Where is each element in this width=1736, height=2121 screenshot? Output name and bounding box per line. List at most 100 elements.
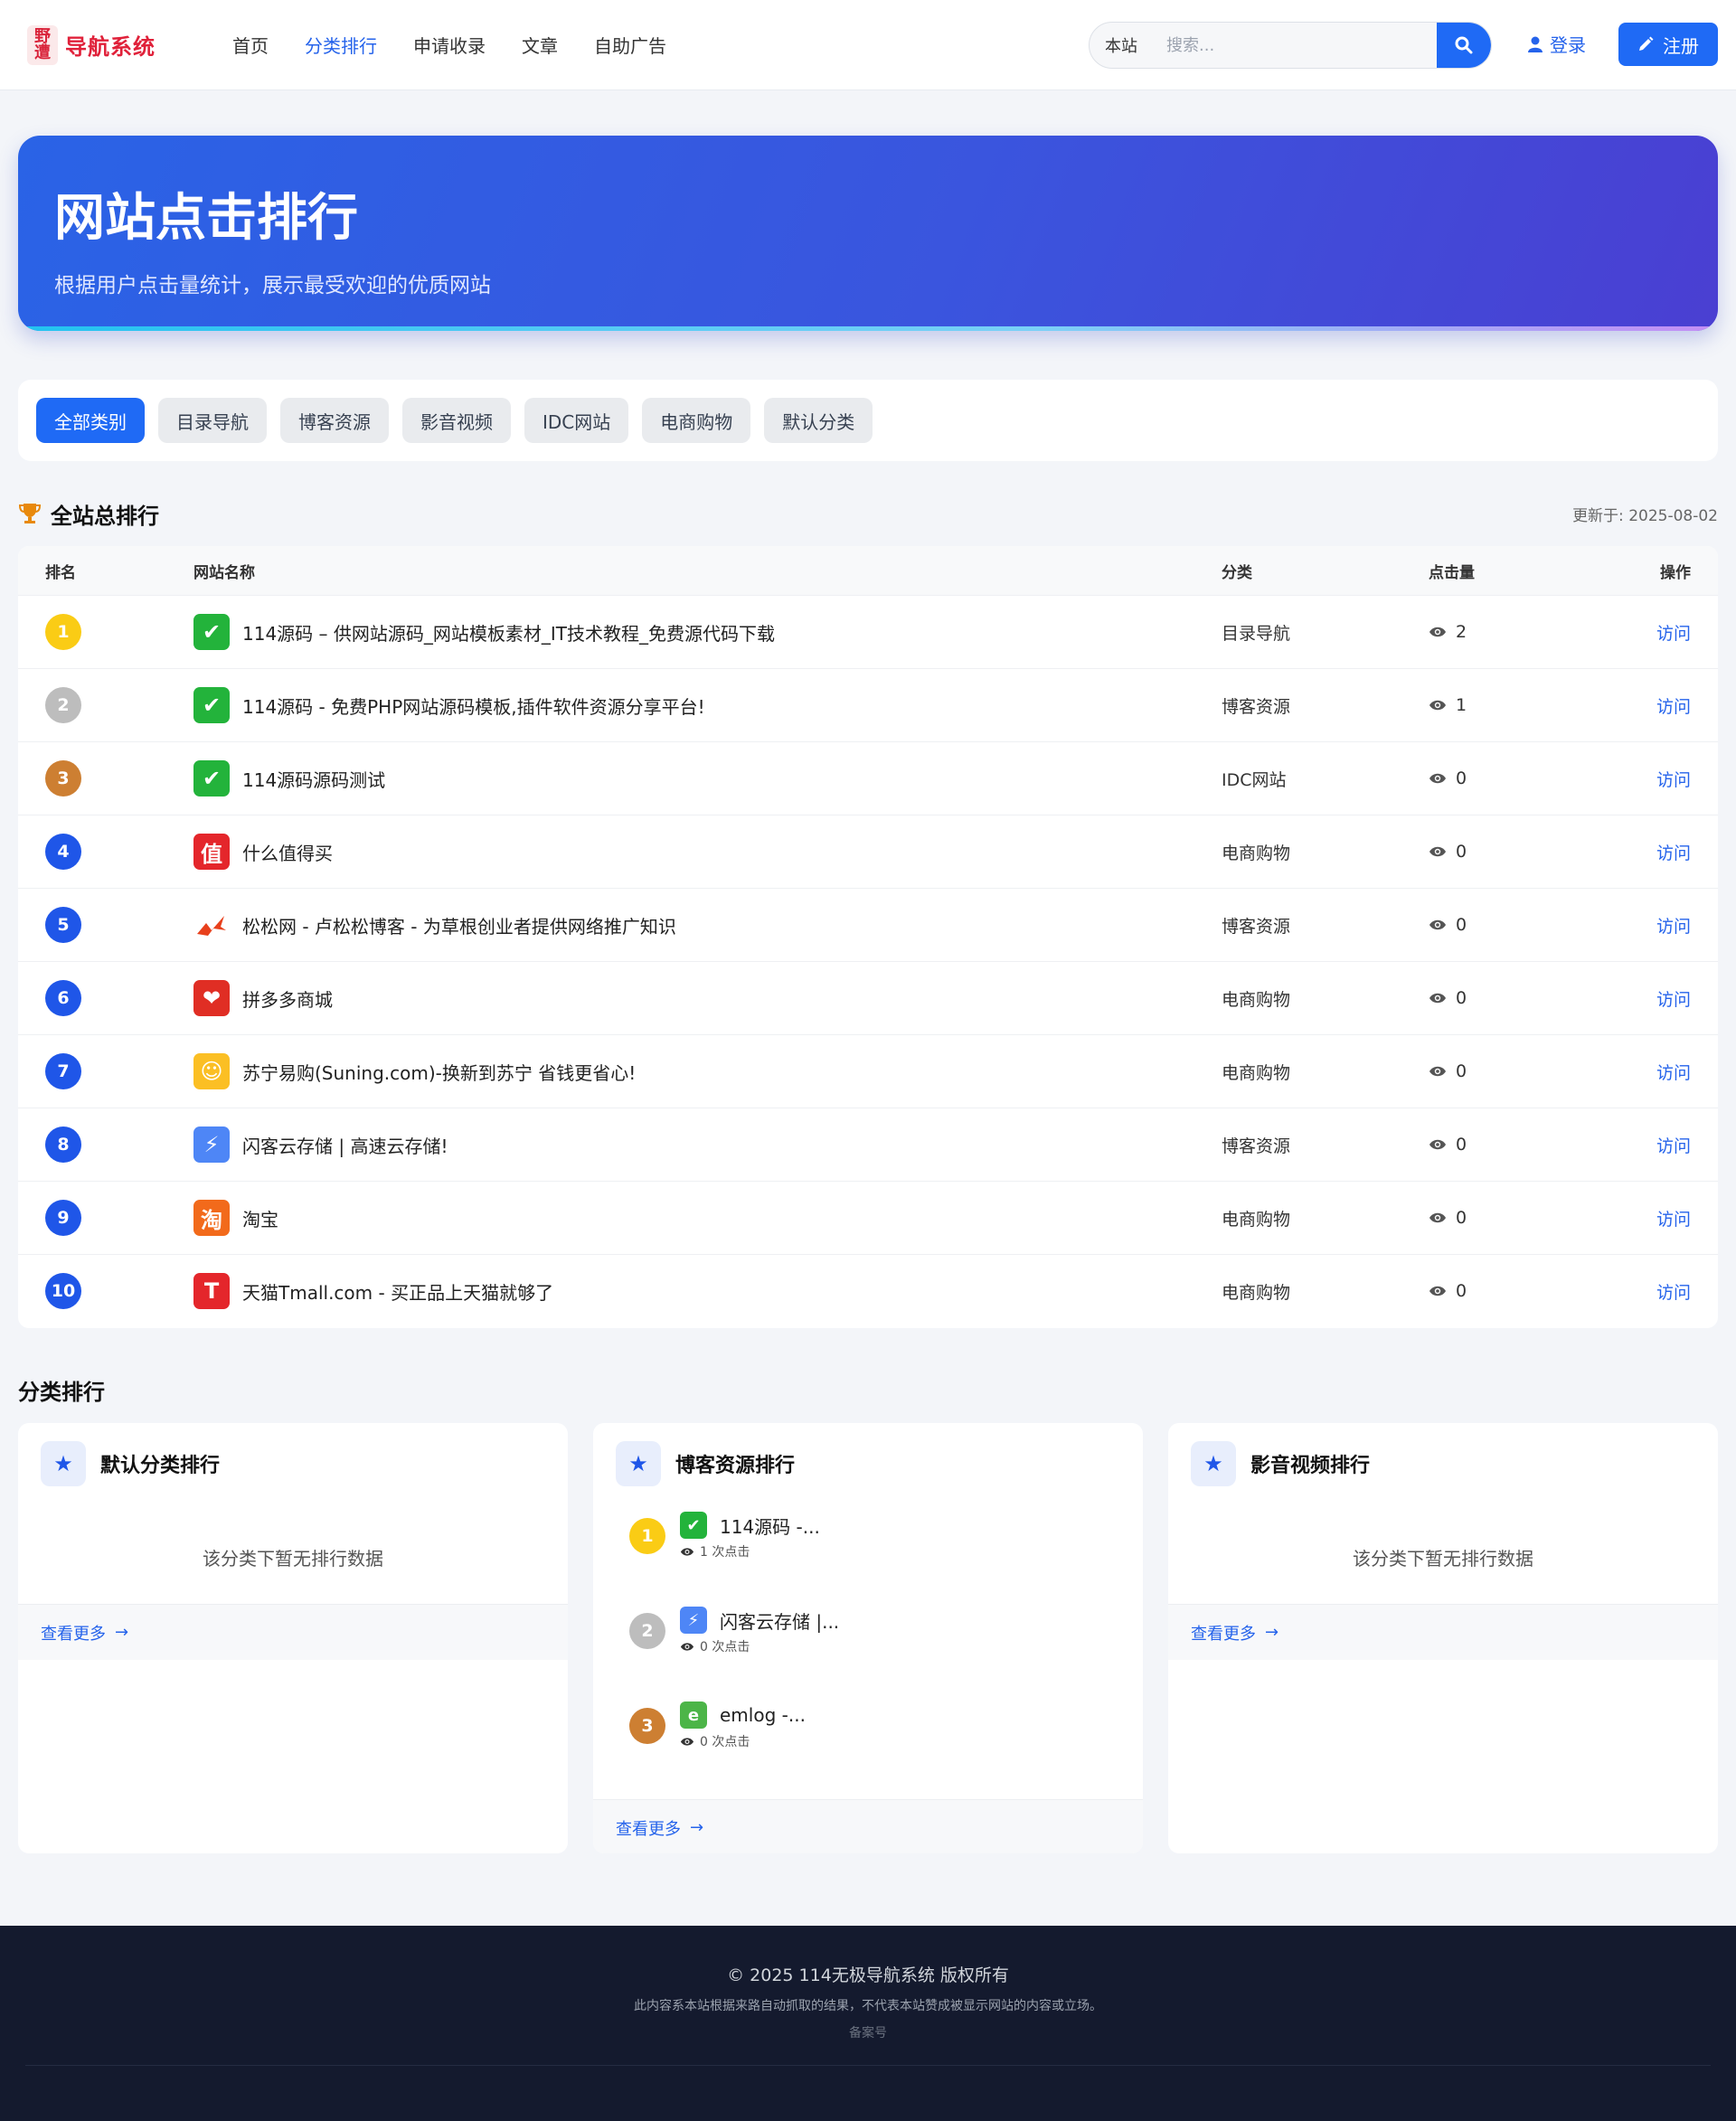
visit-link[interactable]: 访问	[1656, 844, 1691, 863]
star-icon: ★	[1191, 1441, 1236, 1486]
filter-chip-idc[interactable]: IDC网站	[524, 398, 629, 443]
logo-text: 导航系统	[65, 34, 156, 60]
search-scope-select[interactable]: 本站	[1090, 33, 1152, 57]
visit-link[interactable]: 访问	[1656, 624, 1691, 644]
category-ranking-title: 分类排行	[18, 1380, 105, 1405]
page-footer: © 2025 114无极导航系统 版权所有 此内容系本站根据来路自动抓取的结果，…	[0, 1926, 1736, 2121]
site-name[interactable]: 苏宁易购(Suning.com)-换新到苏宁 省钱更省心!	[242, 1059, 636, 1085]
site-name[interactable]: 114源码 - 免费PHP网站源码模板,插件软件资源分享平台!	[242, 693, 705, 719]
site-name[interactable]: 拼多多商城	[242, 985, 333, 1012]
smzdm-icon: 值	[193, 834, 230, 870]
eye-icon	[1429, 919, 1446, 930]
card-title: 博客资源排行	[675, 1455, 796, 1477]
view-more-link[interactable]: 查看更多 →	[1168, 1604, 1718, 1660]
click-count: 2	[1456, 622, 1467, 642]
table-row: 5 松松网 - 卢松松博客 - 为草根创业者提供网络推广知识 博客资源 0 访问	[18, 888, 1718, 961]
nav-self-ads[interactable]: 自助广告	[594, 32, 666, 58]
list-item[interactable]: 1 ✔ 114源码 -... 1 次点击	[629, 1512, 820, 1560]
site-logo[interactable]: 野遭 导航系统	[27, 24, 226, 65]
eye-icon	[1429, 1066, 1446, 1077]
rank-badge: 6	[45, 980, 81, 1016]
filter-chip-video[interactable]: 影音视频	[402, 398, 511, 443]
overall-ranking-header: 全站总排行 更新于: 2025-08-02	[18, 497, 1718, 530]
rank-badge: 4	[45, 834, 81, 870]
filter-chip-blog[interactable]: 博客资源	[280, 398, 389, 443]
tmall-icon: T	[193, 1273, 230, 1309]
user-icon	[1528, 36, 1543, 52]
hero-banner: 网站点击排行 根据用户点击量统计，展示最受欢迎的优质网站	[18, 136, 1718, 331]
click-count: 0	[1456, 1281, 1467, 1301]
visit-link[interactable]: 访问	[1656, 1210, 1691, 1230]
filter-chip-directory[interactable]: 目录导航	[158, 398, 267, 443]
click-count: 0	[1456, 842, 1467, 862]
view-more-label: 查看更多	[1191, 1624, 1256, 1644]
logo-mark-icon: 野遭	[27, 24, 58, 65]
visit-link[interactable]: 访问	[1656, 697, 1691, 717]
table-body: 1 ✔ 114源码 – 供网站源码_网站模板素材_IT技术教程_免费源代码下载 目录导…	[18, 595, 1718, 1327]
site-name[interactable]: 什么值得买	[242, 839, 333, 865]
arrow-right-icon: →	[690, 1818, 704, 1837]
rank-badge: 2	[45, 687, 81, 723]
table-row: 6 ❤ 拼多多商城 电商购物 0 访问	[18, 961, 1718, 1034]
ranking-table: 排名 网站名称 分类 点击量 操作 1 ✔ 114源码 – 供网站源码_网站模板素材…	[18, 546, 1718, 1328]
visit-link[interactable]: 访问	[1656, 1063, 1691, 1083]
site-name[interactable]: 淘宝	[242, 1205, 278, 1231]
rank-badge: 2	[629, 1613, 665, 1649]
list-item[interactable]: 3 e emlog -... 0 次点击	[629, 1702, 806, 1750]
col-header-action: 操作	[1660, 563, 1691, 582]
check-icon: ✔	[193, 687, 230, 723]
search-box: 本站	[1089, 22, 1492, 69]
visit-link[interactable]: 访问	[1656, 917, 1691, 937]
taobao-icon: 淘	[193, 1200, 230, 1236]
site-name[interactable]: 114源码源码测试	[242, 766, 385, 792]
click-count: 0	[1456, 988, 1467, 1008]
songsong-icon	[193, 907, 230, 943]
empty-message: 该分类下暂无排行数据	[203, 1548, 383, 1570]
site-name[interactable]: 114源码 – 供网站源码_网站模板素材_IT技术教程_免费源代码下载	[242, 619, 775, 646]
main-nav: 首页 分类排行 申请收录 文章 自助广告	[232, 32, 666, 58]
site-name[interactable]: 114源码 -...	[720, 1513, 820, 1539]
nav-articles[interactable]: 文章	[522, 32, 558, 58]
filter-chip-all[interactable]: 全部类别	[36, 398, 145, 443]
card-header: ★ 默认分类排行	[41, 1441, 220, 1486]
click-count: 0 次点击	[700, 1735, 750, 1749]
search-input[interactable]	[1152, 23, 1437, 68]
site-category: 电商购物	[1222, 989, 1291, 1010]
filter-chip-default[interactable]: 默认分类	[764, 398, 873, 443]
footer-icp[interactable]: 备案号	[0, 2023, 1736, 2041]
top-header: 野遭 导航系统 首页 分类排行 申请收录 文章 自助广告 本站 登录 注册	[0, 0, 1736, 90]
site-name[interactable]: 闪客云存储 | 高速云存储!	[242, 1132, 448, 1158]
table-row: 1 ✔ 114源码 – 供网站源码_网站模板素材_IT技术教程_免费源代码下载 目录导…	[18, 595, 1718, 668]
nav-home[interactable]: 首页	[232, 32, 269, 58]
trophy-icon	[18, 504, 42, 523]
visit-link[interactable]: 访问	[1656, 1136, 1691, 1156]
visit-link[interactable]: 访问	[1656, 990, 1691, 1010]
filter-chip-ecommerce[interactable]: 电商购物	[642, 398, 751, 443]
view-more-link[interactable]: 查看更多 →	[18, 1604, 568, 1660]
empty-message: 该分类下暂无排行数据	[1353, 1548, 1533, 1570]
login-link[interactable]: 登录	[1528, 31, 1586, 57]
site-name[interactable]: emlog -...	[720, 1704, 806, 1726]
site-category: 目录导航	[1222, 623, 1291, 644]
visit-link[interactable]: 访问	[1656, 770, 1691, 790]
table-row: 3 ✔ 114源码源码测试 IDC网站 0 访问	[18, 741, 1718, 815]
site-category: 博客资源	[1222, 916, 1291, 937]
site-name[interactable]: 松松网 - 卢松松博客 - 为草根创业者提供网络推广知识	[242, 912, 676, 938]
table-row: 2 ✔ 114源码 - 免费PHP网站源码模板,插件软件资源分享平台! 博客资源 1 访问	[18, 668, 1718, 741]
site-name[interactable]: 天猫Tmall.com - 买正品上天猫就够了	[242, 1278, 553, 1305]
visit-link[interactable]: 访问	[1656, 1283, 1691, 1303]
search-button[interactable]	[1437, 23, 1491, 68]
register-button[interactable]: 注册	[1618, 23, 1718, 66]
nav-category-ranking[interactable]: 分类排行	[305, 32, 377, 58]
site-name[interactable]: 闪客云存储 |...	[720, 1607, 839, 1634]
site-category: 电商购物	[1222, 1062, 1291, 1083]
view-more-link[interactable]: 查看更多 →	[593, 1799, 1143, 1853]
eye-icon	[1429, 993, 1446, 1004]
site-category: 电商购物	[1222, 1282, 1291, 1303]
footer-copyright: © 2025 114无极导航系统 版权所有	[727, 1965, 1009, 1985]
list-item[interactable]: 2 ⚡ 闪客云存储 |... 0 次点击	[629, 1607, 839, 1655]
overall-ranking-title-text: 全站总排行	[51, 503, 159, 529]
click-count: 1	[1456, 695, 1467, 715]
table-row: 4 值什么值得买 电商购物 0 访问	[18, 815, 1718, 888]
nav-apply[interactable]: 申请收录	[413, 32, 486, 58]
